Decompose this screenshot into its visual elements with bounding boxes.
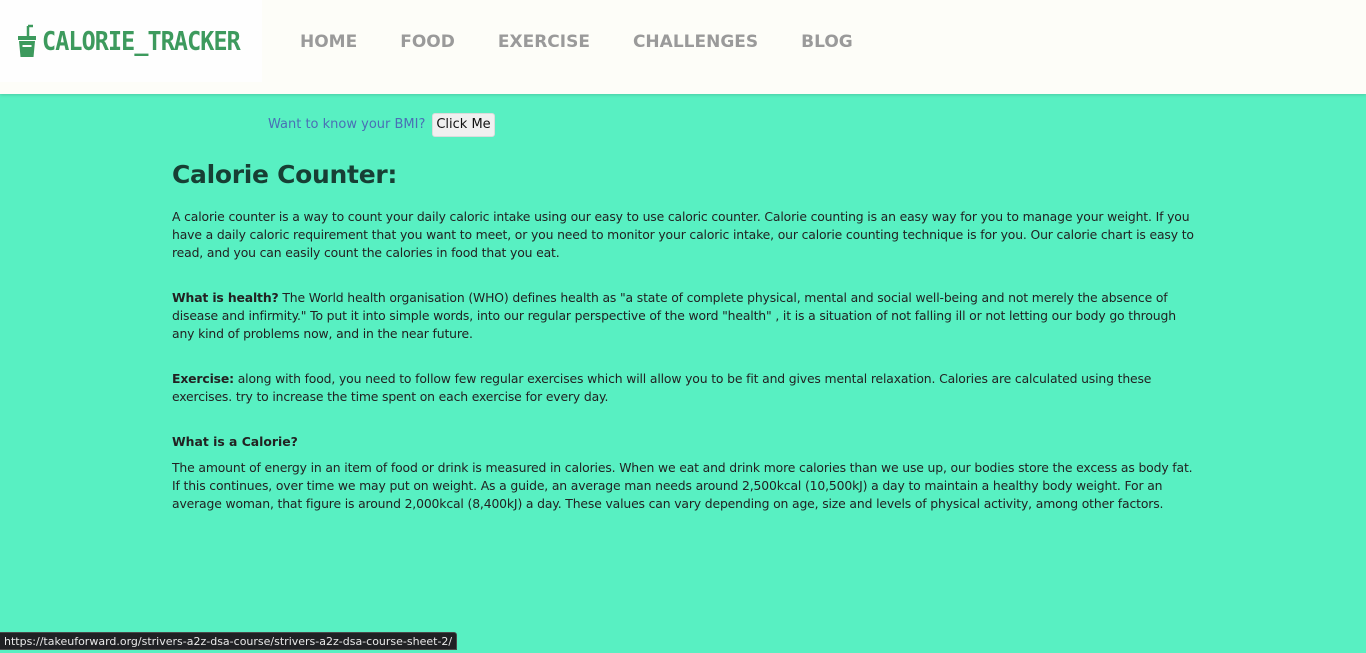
top-navbar: CALORIE_TRACKER HOME FOOD EXERCISE CHALL… [0, 0, 1366, 94]
health-label: What is health? [172, 290, 279, 305]
nav-item-food[interactable]: FOOD [400, 31, 455, 53]
exercise-text: along with food, you need to follow few … [172, 371, 1152, 404]
nav-item-exercise[interactable]: EXERCISE [498, 31, 590, 53]
nav-item-challenges[interactable]: CHALLENGES [633, 31, 758, 53]
browser-status-bar: https://takeuforward.org/strivers-a2z-ds… [0, 632, 458, 650]
health-text: The World health organisation (WHO) defi… [172, 290, 1176, 341]
main-nav: HOME FOOD EXERCISE CHALLENGES BLOG [300, 31, 853, 53]
brand-name: CALORIE_TRACKER [42, 27, 241, 57]
intro-paragraph: A calorie counter is a way to count your… [172, 209, 1194, 260]
main-content: Calorie Counter: A calorie counter is a … [172, 158, 1194, 513]
calorie-paragraph: The amount of energy in an item of food … [172, 460, 1193, 511]
bmi-click-me-button[interactable]: Click Me [432, 113, 495, 137]
nav-item-home[interactable]: HOME [300, 31, 357, 53]
bmi-prompt: Want to know your BMI? Click Me [268, 113, 495, 137]
health-paragraph: What is health? The World health organis… [172, 289, 1194, 343]
exercise-paragraph: Exercise: along with food, you need to f… [172, 370, 1194, 406]
nav-item-blog[interactable]: BLOG [801, 31, 853, 53]
calorie-heading: What is a Calorie? [172, 434, 298, 449]
cup-with-straw-icon [18, 24, 36, 57]
brand-container: CALORIE_TRACKER [0, 0, 262, 82]
brand-logo-link[interactable]: CALORIE_TRACKER [16, 24, 262, 60]
bmi-question-text: Want to know your BMI? [268, 117, 426, 132]
exercise-label: Exercise: [172, 371, 234, 386]
page-title: Calorie Counter: [172, 160, 398, 189]
